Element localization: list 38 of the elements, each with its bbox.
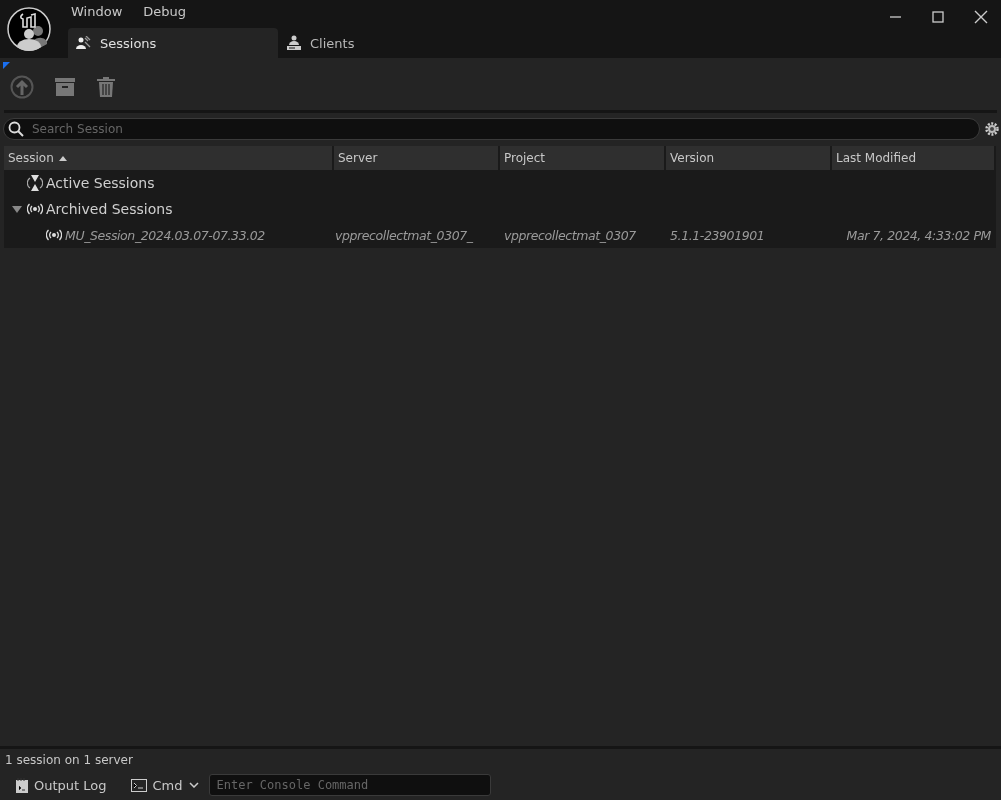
person-at-desk-icon bbox=[286, 35, 302, 51]
broadcast-icon bbox=[46, 229, 62, 241]
status-text: 1 session on 1 server bbox=[0, 746, 1001, 770]
session-name: MU_Session_2024.03.07-07.33.02 bbox=[65, 226, 265, 245]
app-logo bbox=[7, 7, 51, 51]
broadcast-icon bbox=[27, 203, 43, 215]
column-header[interactable]: Server bbox=[334, 146, 500, 170]
search-field[interactable]: Search Session bbox=[30, 121, 979, 137]
menu-item[interactable]: Debug bbox=[140, 3, 197, 25]
column-header[interactable]: Project bbox=[500, 146, 666, 170]
table-cell-text: vpprecollectmat_0307_ bbox=[334, 226, 474, 245]
corner-marker bbox=[3, 62, 10, 69]
terminal-icon bbox=[130, 778, 147, 792]
trash-icon[interactable] bbox=[96, 76, 116, 98]
cmd-dropdown[interactable]: Cmd bbox=[126, 775, 203, 795]
table-cell-text: Mar 7, 2024, 4:33:02 PM bbox=[845, 226, 992, 245]
archive-icon[interactable] bbox=[54, 77, 76, 97]
chevron-down-icon bbox=[188, 782, 199, 788]
column-header[interactable]: Version bbox=[666, 146, 832, 170]
console-input[interactable]: Enter Console Command bbox=[208, 774, 491, 796]
log-icon bbox=[16, 777, 28, 793]
column-header[interactable]: Last Modified bbox=[832, 146, 996, 170]
table-cell-text: 5.1.1-23901901 bbox=[669, 226, 766, 245]
hourglass-icon bbox=[27, 174, 43, 192]
output-log-button[interactable]: Output Log bbox=[12, 775, 111, 795]
settings-icon[interactable] bbox=[983, 120, 1001, 138]
search-bar[interactable]: Search Session bbox=[3, 118, 980, 140]
table-cell-text: vpprecollectmat_0307 bbox=[503, 226, 637, 245]
upload-icon[interactable] bbox=[10, 75, 34, 99]
column-header[interactable]: Session bbox=[4, 146, 334, 170]
expanded-arrow-icon[interactable] bbox=[12, 205, 22, 213]
group-label[interactable]: Active Sessions bbox=[46, 175, 155, 191]
tab[interactable]: Sessions bbox=[68, 28, 278, 58]
menu-item[interactable]: Window bbox=[68, 3, 133, 25]
people-icon bbox=[76, 36, 92, 50]
search-icon bbox=[8, 121, 24, 137]
tab[interactable]: Clients bbox=[278, 28, 488, 58]
group-label[interactable]: Archived Sessions bbox=[46, 201, 173, 217]
